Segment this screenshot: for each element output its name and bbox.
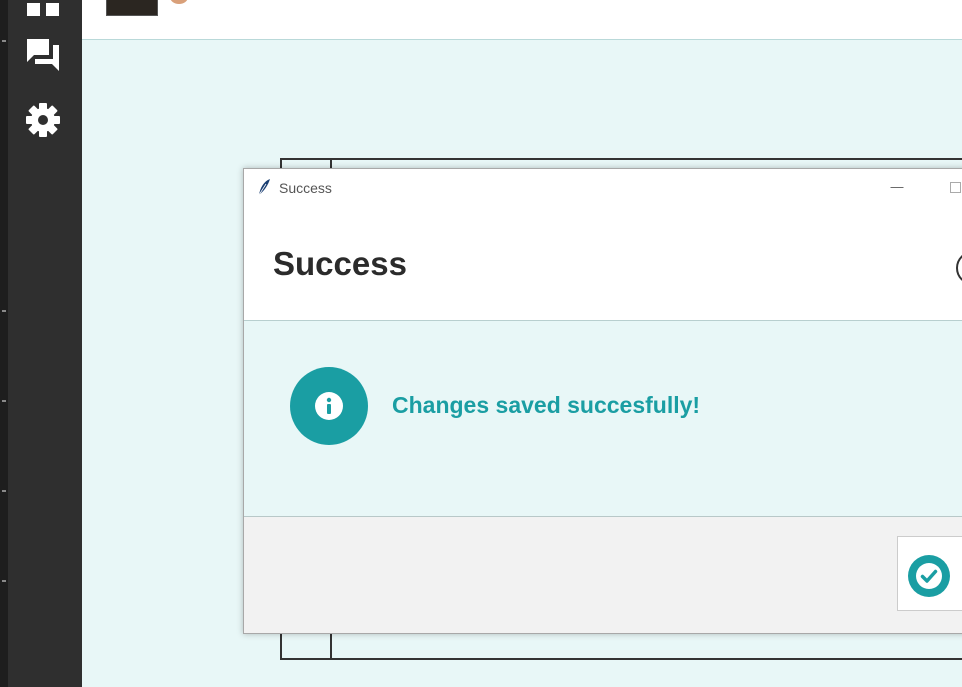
dialog-body: Changes saved succesfully! — [244, 321, 962, 517]
gear-icon[interactable] — [25, 102, 61, 138]
window-titlebar[interactable]: Success — — [244, 169, 962, 205]
sidebar — [8, 0, 82, 687]
maximize-button[interactable] — [950, 182, 961, 193]
status-indicator — [170, 0, 188, 4]
dialog-header: Success — [244, 205, 962, 321]
grid-icon[interactable] — [25, 0, 61, 18]
dialog-footer — [244, 517, 962, 633]
success-dialog: Success — Success Changes saved succesfu… — [243, 168, 962, 634]
top-bar — [82, 0, 962, 40]
check-circle-icon — [908, 555, 950, 597]
chat-icon[interactable] — [25, 37, 61, 73]
background-window-edge — [0, 0, 8, 687]
minimize-button[interactable]: — — [884, 175, 910, 199]
avatar[interactable] — [106, 0, 158, 16]
info-icon — [290, 367, 368, 445]
success-message: Changes saved succesfully! — [392, 392, 701, 418]
dialog-title: Success — [273, 245, 407, 282]
feather-icon — [256, 178, 272, 196]
close-icon[interactable] — [956, 251, 962, 285]
confirm-button[interactable] — [897, 536, 962, 611]
window-title: Success — [279, 180, 332, 196]
